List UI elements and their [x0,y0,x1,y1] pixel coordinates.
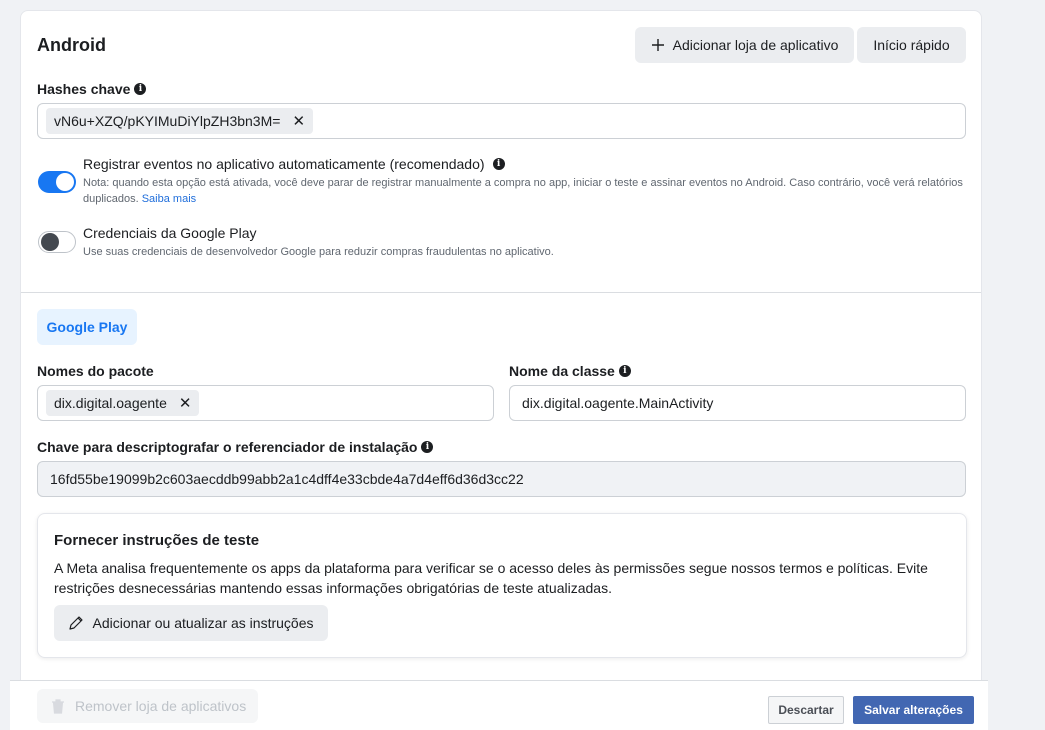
close-icon[interactable]: ✕ [179,394,192,412]
toggle-knob [41,233,59,251]
class-name-input[interactable] [509,385,966,421]
android-settings-card: Android Adicionar loja de aplicativo Iní… [20,10,982,730]
add-instructions-button[interactable]: Adicionar ou atualizar as instruções [54,605,328,641]
decrypt-key-field: 16fd55be19099b2c603aecddb99abb2a1c4dff4e… [37,461,966,497]
decrypt-key-label: Chave para descriptografar o referenciad… [37,439,434,455]
info-icon[interactable]: i [618,365,631,377]
section-divider [21,292,981,293]
decrypt-key-label-text: Chave para descriptografar o referenciad… [37,439,418,455]
tab-google-play[interactable]: Google Play [37,309,137,345]
google-play-credentials-toggle[interactable] [38,231,76,253]
package-names-input[interactable]: dix.digital.oagente ✕ [37,385,494,421]
package-name-chip-label: dix.digital.oagente [54,395,167,411]
save-changes-button[interactable]: Salvar alterações [853,696,974,724]
auto-log-note: Nota: quando esta opção está ativada, vo… [83,175,963,207]
key-hashes-input[interactable]: vN6u+XZQ/pKYIMuDiYlpZH3bn3M= ✕ [37,103,966,139]
test-instructions-description: A Meta analisa frequentemente os apps da… [54,560,928,596]
quick-start-button[interactable]: Início rápido [857,27,966,63]
info-icon[interactable]: i [134,83,147,95]
learn-more-link[interactable]: Saiba mais [142,193,196,205]
class-name-label-text: Nome da classe [509,363,615,379]
info-icon[interactable]: i [421,441,434,453]
test-instructions-title: Fornecer instruções de teste [54,532,260,549]
auto-log-title-text: Registrar eventos no aplicativo automati… [83,156,485,172]
add-app-store-button[interactable]: Adicionar loja de aplicativo [635,27,854,63]
platform-title: Android [37,35,106,55]
add-instructions-label: Adicionar ou atualizar as instruções [92,615,314,631]
plus-icon [651,39,664,51]
key-hash-chip: vN6u+XZQ/pKYIMuDiYlpZH3bn3M= ✕ [46,108,314,134]
google-play-credentials-title: Credenciais da Google Play [83,225,257,241]
add-app-store-label: Adicionar loja de aplicativo [672,37,839,53]
remove-app-store-label: Remover loja de aplicativos [75,698,247,714]
remove-app-store-button[interactable]: Remover loja de aplicativos [37,689,258,723]
pencil-icon [69,616,84,630]
key-hash-chip-label: vN6u+XZQ/pKYIMuDiYlpZH3bn3M= [54,113,281,129]
quick-start-label: Início rápido [873,37,950,53]
discard-button[interactable]: Descartar [768,696,844,724]
test-instructions-box: Fornecer instruções de teste A Meta anal… [37,513,967,658]
auto-log-events-toggle[interactable] [38,171,76,193]
footer-bar: Remover loja de aplicativos Descartar Sa… [10,680,988,730]
info-icon[interactable]: i [492,158,505,170]
auto-log-note-text: Nota: quando esta opção está ativada, vo… [83,177,963,205]
close-icon[interactable]: ✕ [292,112,305,130]
package-names-label: Nomes do pacote [37,363,154,379]
google-play-credentials-note: Use suas credenciais de desenvolvedor Go… [83,246,554,258]
key-hashes-label: Hashes chave i [37,81,147,97]
class-name-label: Nome da classe i [509,363,631,379]
auto-log-title: Registrar eventos no aplicativo automati… [83,156,505,172]
toggle-knob [56,173,74,191]
key-hashes-label-text: Hashes chave [37,81,131,97]
trash-icon [52,698,64,714]
package-name-chip: dix.digital.oagente ✕ [46,390,200,416]
